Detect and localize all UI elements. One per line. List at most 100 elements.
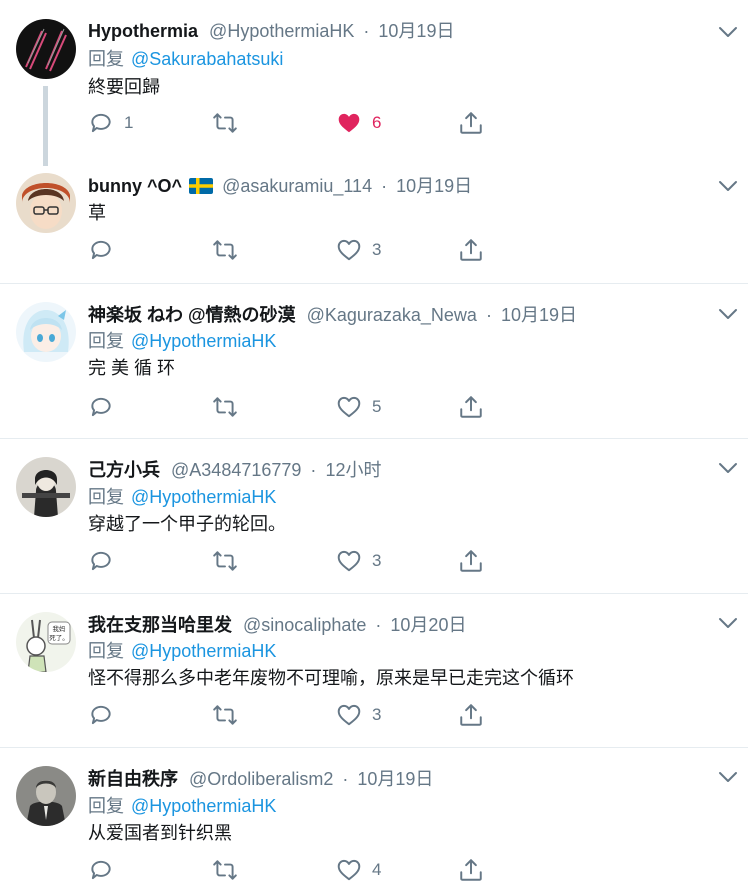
heart-icon (336, 702, 362, 728)
reply-label: 回复 (88, 641, 124, 661)
display-name[interactable]: Hypothermia (88, 21, 198, 41)
mention-link[interactable]: @Sakurabahatsuki (131, 49, 283, 69)
user-handle[interactable]: @HypothermiaHK (209, 21, 354, 41)
reply-button[interactable] (88, 392, 114, 422)
tweet-text: 終要回歸 (88, 77, 160, 97)
display-name[interactable]: bunny ^O^ (88, 176, 182, 196)
like-count: 6 (372, 113, 382, 132)
avatar[interactable] (16, 766, 76, 826)
tweet-actions: 1 6 (88, 108, 508, 138)
share-button[interactable] (458, 392, 484, 422)
mention-link[interactable]: @HypothermiaHK (131, 641, 276, 661)
share-button[interactable] (458, 108, 484, 138)
retweet-button[interactable] (212, 108, 248, 138)
display-name[interactable]: 我在支那当哈里发 (88, 615, 232, 635)
timestamp[interactable]: 10月20日 (390, 615, 466, 635)
share-button[interactable] (458, 700, 484, 730)
reply-label: 回复 (88, 487, 124, 507)
timestamp[interactable]: 10月19日 (501, 305, 577, 325)
reply-button[interactable] (88, 546, 114, 576)
tweet-sinocaliphate[interactable]: 我妈 死了。 我在支那当哈里发 @sinocaliphate · 10月20日 … (0, 594, 748, 748)
user-handle[interactable]: @A3484716779 (171, 460, 301, 480)
like-button[interactable]: 4 (336, 855, 381, 885)
reply-icon (88, 110, 114, 136)
tweet-kagurazaka[interactable]: 神楽坂 ねわ @情熱の砂漠 @Kagurazaka_Newa · 10月19日 … (0, 284, 748, 438)
display-name[interactable]: 神楽坂 ねわ @情熱の砂漠 (88, 305, 296, 325)
separator-dot: · (375, 615, 382, 635)
retweet-button[interactable] (212, 546, 238, 576)
like-count: 4 (372, 860, 382, 879)
avatar[interactable] (16, 457, 76, 517)
timestamp[interactable]: 10月19日 (378, 21, 454, 41)
display-name[interactable]: 新自由秩序 (88, 769, 178, 789)
share-icon (458, 110, 484, 136)
retweet-icon (212, 857, 238, 883)
tweet-ordoliberalism[interactable]: 新自由秩序 @Ordoliberalism2 · 10月19日 回复 @Hypo… (0, 748, 748, 875)
tweet-header: Hypothermia @HypothermiaHK · 10月19日 (88, 20, 454, 42)
retweet-button[interactable] (212, 392, 238, 422)
retweet-button[interactable] (212, 855, 238, 885)
tweet-actions: 3 (88, 700, 508, 730)
share-button[interactable] (458, 546, 484, 576)
thread-connector (43, 86, 48, 166)
reply-context: 回复 @HypothermiaHK (88, 330, 276, 352)
tweet-text: 完 美 循 环 (88, 358, 176, 378)
tweet-header: 新自由秩序 @Ordoliberalism2 · 10月19日 (88, 768, 433, 790)
heart-icon (336, 548, 362, 574)
timestamp[interactable]: 10月19日 (396, 176, 472, 196)
tweet-actions: 5 (88, 392, 508, 422)
avatar[interactable] (16, 173, 76, 233)
chevron-down-icon[interactable] (717, 616, 739, 630)
tweet-text: 草 (88, 203, 106, 223)
reply-icon (88, 237, 114, 263)
retweet-icon (212, 394, 238, 420)
reply-icon (88, 857, 114, 883)
user-handle[interactable]: @sinocaliphate (243, 615, 366, 635)
user-handle[interactable]: @Ordoliberalism2 (189, 769, 333, 789)
retweet-button[interactable] (212, 235, 238, 265)
retweet-button[interactable] (212, 700, 238, 730)
sweden-flag-icon (189, 178, 214, 194)
tweet-bunny[interactable]: bunny ^O^ @asakuramiu_114 · 10月19日 草 3 (0, 155, 748, 283)
like-count: 3 (372, 240, 382, 259)
share-button[interactable] (458, 855, 484, 885)
user-handle[interactable]: @asakuramiu_114 (222, 176, 372, 196)
like-button[interactable]: 3 (336, 235, 381, 265)
like-button[interactable]: 6 (336, 108, 381, 138)
share-icon (458, 237, 484, 263)
mention-link[interactable]: @HypothermiaHK (131, 796, 276, 816)
chevron-down-icon[interactable] (717, 461, 739, 475)
avatar[interactable] (16, 302, 76, 362)
reply-context: 回复 @Sakurabahatsuki (88, 48, 283, 70)
chevron-down-icon[interactable] (717, 25, 739, 39)
chevron-down-icon[interactable] (717, 179, 739, 193)
timestamp[interactable]: 12小时 (325, 460, 381, 480)
mention-link[interactable]: @HypothermiaHK (131, 487, 276, 507)
timestamp[interactable]: 10月19日 (357, 769, 433, 789)
display-name[interactable]: 己方小兵 (88, 460, 160, 480)
share-button[interactable] (458, 235, 484, 265)
user-handle[interactable]: @Kagurazaka_Newa (307, 305, 477, 325)
reply-icon (88, 548, 114, 574)
reply-icon (88, 394, 114, 420)
retweet-icon (212, 702, 238, 728)
mention-link[interactable]: @HypothermiaHK (131, 331, 276, 351)
avatar[interactable]: 我妈 死了。 (16, 612, 76, 672)
tweet-jifangxiaobing[interactable]: 己方小兵 @A3484716779 · 12小时 回复 @Hypothermia… (0, 439, 748, 593)
reply-button[interactable]: 1 (88, 108, 133, 138)
avatar[interactable] (16, 19, 76, 79)
reply-button[interactable] (88, 855, 114, 885)
heart-icon (336, 857, 362, 883)
chevron-down-icon[interactable] (717, 770, 739, 784)
tweet-header: 神楽坂 ねわ @情熱の砂漠 @Kagurazaka_Newa · 10月19日 (88, 304, 577, 326)
reply-button[interactable] (88, 700, 114, 730)
tweet-text: 从爱国者到针织黑 (88, 823, 232, 843)
like-button[interactable]: 5 (336, 392, 381, 422)
chevron-down-icon[interactable] (717, 307, 739, 321)
like-button[interactable]: 3 (336, 700, 381, 730)
heart-filled-icon (336, 110, 362, 136)
reply-button[interactable] (88, 235, 114, 265)
heart-icon (336, 394, 362, 420)
like-button[interactable]: 3 (336, 546, 381, 576)
tweet-hypothermia[interactable]: Hypothermia @HypothermiaHK · 10月19日 回复 @… (0, 0, 748, 166)
